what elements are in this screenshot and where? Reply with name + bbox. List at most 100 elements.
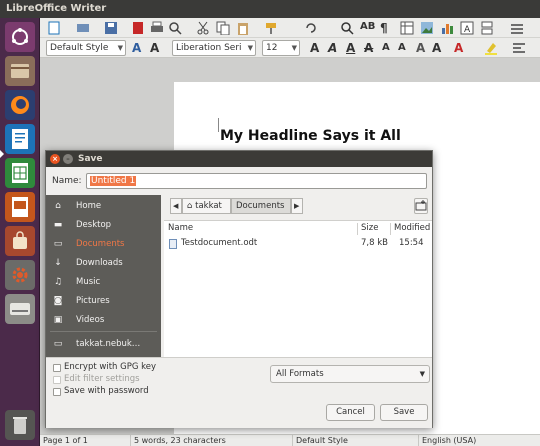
chevron-left-icon[interactable]: ◀: [170, 198, 182, 214]
firefox-icon[interactable]: [5, 90, 35, 120]
place-videos[interactable]: ▣ Videos: [46, 311, 161, 330]
settings-icon[interactable]: [5, 260, 35, 290]
formatting-toolbar: Default Style ▼ A A Liberation Seri ▼ 12…: [40, 38, 540, 58]
column-divider: [390, 223, 391, 235]
edit-filter-label: Edit filter settings: [64, 374, 140, 384]
copy-icon[interactable]: [216, 21, 230, 36]
software-center-icon[interactable]: [5, 226, 35, 256]
paste-icon[interactable]: [236, 21, 250, 35]
place-downloads[interactable]: ↓ Downloads: [46, 254, 161, 273]
files-icon[interactable]: [5, 56, 35, 86]
chevron-down-icon: ▼: [419, 370, 425, 378]
save-icon[interactable]: [104, 21, 118, 35]
save-button[interactable]: Save: [380, 404, 428, 421]
column-header-size[interactable]: Size: [361, 223, 378, 233]
column-header-modified[interactable]: Modified: [394, 223, 430, 233]
camera-icon: ◙: [53, 296, 63, 306]
font-color-icon[interactable]: A: [454, 40, 463, 56]
place-documents[interactable]: ▭ Documents: [46, 235, 161, 254]
page-break-icon[interactable]: [480, 21, 494, 35]
formatting-marks-icon[interactable]: ¶: [380, 21, 394, 35]
edit-filter-checkbox: [53, 376, 61, 384]
writer-icon[interactable]: [5, 124, 35, 154]
breadcrumb-documents[interactable]: Documents: [231, 198, 291, 214]
text-cursor: [218, 118, 219, 132]
place-label: takkat.nebuk…: [76, 339, 141, 349]
place-music[interactable]: ♫ Music: [46, 273, 161, 292]
shadow-icon[interactable]: A: [416, 40, 425, 56]
close-icon[interactable]: ×: [50, 154, 60, 164]
font-name-select[interactable]: Liberation Seri ▼: [172, 40, 256, 56]
font-size-select[interactable]: 12 ▼: [262, 40, 300, 56]
column-divider: [357, 223, 358, 235]
strikethrough-icon[interactable]: A: [364, 40, 373, 56]
place-pictures[interactable]: ◙ Pictures: [46, 292, 161, 311]
place-desktop[interactable]: ▬ Desktop: [46, 216, 161, 235]
spelling-icon[interactable]: AB: [360, 21, 375, 35]
dash-icon[interactable]: [5, 22, 35, 52]
word-count: 5 words, 23 characters: [130, 435, 226, 446]
places-sidebar: ⌂ Home ▬ Desktop ▭ Documents ↓ Downloads…: [46, 195, 161, 357]
update-style-icon[interactable]: A: [132, 40, 141, 56]
chevron-right-icon[interactable]: ▶: [291, 198, 303, 214]
italic-icon[interactable]: A: [328, 40, 337, 56]
name-label: Name:: [52, 176, 82, 186]
clone-formatting-icon[interactable]: [264, 21, 278, 35]
insert-field-icon[interactable]: [510, 21, 524, 35]
highlight-icon[interactable]: [484, 41, 498, 55]
insert-table-icon[interactable]: [400, 21, 414, 35]
minimize-icon[interactable]: –: [63, 154, 73, 164]
place-network-drive[interactable]: ▭ takkat.nebuk…: [46, 335, 161, 354]
breadcrumb-home[interactable]: ⌂ takkat: [182, 198, 231, 214]
top-panel: LibreOffice Writer: [0, 0, 540, 18]
folder-icon: ▬: [53, 220, 63, 230]
save-dialog: × – Save Name: Untitled 1 ⌂ Home ▬ Deskt…: [45, 150, 433, 428]
print-icon[interactable]: [150, 21, 164, 35]
insert-textbox-icon[interactable]: A: [460, 21, 474, 35]
place-home[interactable]: ⌂ Home: [46, 197, 161, 216]
open-folder-icon[interactable]: [76, 21, 90, 35]
calc-icon[interactable]: [5, 158, 35, 188]
superscript-icon[interactable]: A: [382, 40, 390, 56]
dialog-title: Save: [78, 154, 103, 164]
insert-chart-icon[interactable]: [440, 21, 454, 35]
document-icon: ▭: [53, 239, 63, 249]
file-list: Name Size Modified Testdocument.odt 7,8 …: [164, 220, 432, 357]
place-label: Documents: [76, 239, 125, 249]
filename-input[interactable]: Untitled 1: [86, 173, 427, 189]
create-folder-button[interactable]: [414, 198, 428, 214]
document-file-icon: [169, 239, 177, 249]
impress-icon[interactable]: [5, 192, 35, 222]
clear-formatting-icon[interactable]: A: [432, 40, 441, 56]
subscript-icon[interactable]: A: [398, 40, 406, 56]
new-document-icon[interactable]: [48, 21, 62, 35]
cancel-button[interactable]: Cancel: [326, 404, 375, 421]
place-label: Home: [76, 201, 102, 211]
undo-icon[interactable]: [304, 21, 318, 35]
insert-image-icon[interactable]: [420, 21, 434, 35]
paragraph-style-select[interactable]: Default Style ▼: [46, 40, 126, 56]
encrypt-checkbox[interactable]: [53, 364, 61, 372]
file-format-select[interactable]: All Formats ▼: [270, 365, 430, 383]
cut-icon[interactable]: [196, 21, 210, 35]
underline-icon[interactable]: A: [346, 40, 355, 56]
place-label: Videos: [76, 315, 105, 325]
print-preview-icon[interactable]: [168, 21, 182, 35]
breadcrumb-label: takkat: [195, 201, 222, 211]
export-pdf-icon[interactable]: [132, 21, 146, 35]
font-name-value: Liberation Seri: [176, 43, 242, 53]
encrypt-label: Encrypt with GPG key: [64, 362, 157, 372]
trash-icon[interactable]: [5, 410, 35, 440]
drive-icon[interactable]: [5, 294, 35, 324]
find-replace-icon[interactable]: [340, 21, 354, 35]
new-style-icon[interactable]: A: [150, 40, 159, 56]
column-header-name[interactable]: Name: [168, 223, 193, 233]
bold-icon[interactable]: A: [310, 40, 319, 56]
file-name[interactable]: Testdocument.odt: [181, 238, 257, 248]
save-password-checkbox[interactable]: [53, 388, 61, 396]
paragraph-style-value: Default Style: [50, 43, 109, 53]
align-left-icon[interactable]: [512, 41, 526, 55]
dialog-titlebar: × – Save: [46, 151, 432, 167]
chevron-down-icon: ▼: [291, 44, 297, 52]
launcher: [0, 18, 40, 446]
